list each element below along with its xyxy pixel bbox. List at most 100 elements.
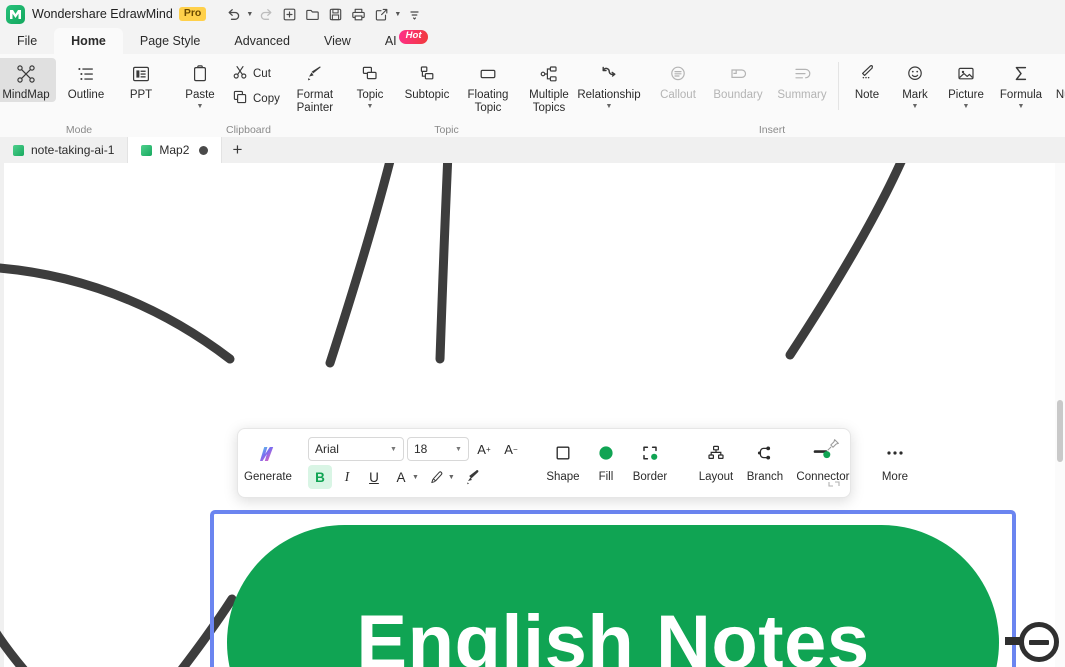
- more-icon: [884, 443, 906, 468]
- new-document-tab-button[interactable]: +: [222, 137, 252, 163]
- chevron-down-icon: ▼: [390, 445, 397, 453]
- ribbon-group-topic-label: Topic: [434, 124, 459, 136]
- new-icon[interactable]: [278, 3, 300, 25]
- ribbon-group-topic: Topic ▼ Subtopic Floating Topic Multiple…: [339, 54, 569, 137]
- font-color-icon: A: [396, 469, 406, 485]
- undo-dropdown-chevron-icon[interactable]: ▼: [245, 3, 254, 25]
- decrease-font-size-button[interactable]: A −: [499, 438, 523, 460]
- ribbon-group-mode-label: Mode: [65, 124, 93, 136]
- tab-file[interactable]: File: [0, 28, 54, 54]
- bold-button[interactable]: B: [307, 465, 332, 489]
- ppt-icon: [131, 62, 151, 86]
- layout-button[interactable]: Layout: [692, 443, 740, 483]
- outline-icon: [76, 62, 96, 86]
- doc-tab-label: Map2: [159, 143, 190, 157]
- font-row: Arial ▼ 18 ▼ A + A −: [307, 437, 523, 461]
- cut-icon: [232, 64, 248, 83]
- shape-icon: [553, 443, 573, 468]
- ribbon-group-insert-label: Insert: [758, 124, 786, 136]
- mindmap-canvas[interactable]: English Notes Generate Arial ▼ 18 ▼ A + …: [0, 163, 1065, 667]
- print-icon[interactable]: [347, 3, 369, 25]
- doc-tab-map2[interactable]: Map2: [128, 137, 223, 163]
- topic-dropdown-chevron-icon[interactable]: ▼: [367, 103, 374, 110]
- relationship-label: Relationship: [577, 89, 641, 101]
- summary-label: Summary: [777, 89, 827, 101]
- callout-label: Callout: [660, 89, 696, 101]
- note-button[interactable]: Note: [843, 58, 891, 102]
- redo-icon[interactable]: [255, 3, 277, 25]
- shape-button[interactable]: Shape: [539, 443, 587, 483]
- increase-font-size-label: A: [477, 441, 486, 457]
- formula-icon: [1011, 62, 1031, 86]
- connector-button[interactable]: Connector: [790, 443, 856, 483]
- formula-button[interactable]: Formula ▼: [993, 58, 1049, 110]
- callout-button[interactable]: Callout: [650, 58, 706, 102]
- save-icon[interactable]: [324, 3, 346, 25]
- mark-dropdown-chevron-icon[interactable]: ▼: [912, 103, 919, 110]
- paste-button[interactable]: Paste ▼: [174, 58, 226, 110]
- font-family-select[interactable]: Arial ▼: [307, 437, 404, 461]
- export-icon[interactable]: [370, 3, 392, 25]
- doc-tab-note-taking-ai-1[interactable]: note-taking-ai-1: [0, 137, 129, 163]
- relationship-icon: [599, 62, 619, 86]
- more-button[interactable]: More: [873, 443, 917, 483]
- topic-button[interactable]: Topic ▼: [345, 58, 395, 110]
- tab-advanced[interactable]: Advanced: [217, 28, 307, 54]
- collapse-expand-button[interactable]: [1019, 622, 1059, 662]
- highlight-button[interactable]: ▼: [425, 465, 458, 489]
- underline-button[interactable]: U: [362, 465, 386, 489]
- tab-ai[interactable]: AI Hot: [368, 28, 437, 54]
- font-size-select[interactable]: 18 ▼: [406, 437, 469, 461]
- summary-button[interactable]: Summary: [770, 58, 834, 102]
- numbering-button[interactable]: 123 Numbering ▼: [1049, 58, 1065, 110]
- formula-dropdown-chevron-icon[interactable]: ▼: [1018, 103, 1025, 110]
- pin-toolbar-icon[interactable]: [826, 438, 840, 452]
- layout-label: Layout: [698, 471, 734, 483]
- picture-label: Picture: [948, 89, 984, 101]
- boundary-button[interactable]: Boundary: [706, 58, 770, 102]
- tab-page-style[interactable]: Page Style: [123, 28, 217, 54]
- mark-button[interactable]: Mark ▼: [891, 58, 939, 110]
- ribbon-tab-bar: File Home Page Style Advanced View AI Hot: [0, 28, 1065, 54]
- unsaved-indicator-icon[interactable]: [199, 145, 209, 155]
- outline-button[interactable]: Outline: [58, 58, 114, 102]
- subtopic-label: Subtopic: [404, 89, 450, 101]
- edrawmind-window: Wondershare EdrawMind Pro ▼ ▼ File Home …: [0, 0, 1065, 667]
- customize-toolbar-icon[interactable]: [403, 3, 425, 25]
- resize-handle-icon[interactable]: [828, 477, 840, 489]
- mindmap-button[interactable]: MindMap: [0, 58, 56, 102]
- font-color-button[interactable]: A ▼: [389, 465, 422, 489]
- decrease-font-size-label: A: [504, 441, 513, 457]
- paste-dropdown-chevron-icon[interactable]: ▼: [197, 103, 204, 110]
- central-topic[interactable]: English Notes: [227, 525, 999, 667]
- picture-dropdown-chevron-icon[interactable]: ▼: [963, 103, 970, 110]
- picture-button[interactable]: Picture ▼: [939, 58, 993, 110]
- relationship-dropdown-chevron-icon[interactable]: ▼: [606, 103, 613, 110]
- export-dropdown-chevron-icon[interactable]: ▼: [393, 3, 402, 25]
- tab-home[interactable]: Home: [54, 28, 123, 54]
- cut-button[interactable]: Cut: [226, 61, 286, 86]
- note-icon: [857, 62, 877, 86]
- boundary-icon: [728, 62, 748, 86]
- tab-view[interactable]: View: [307, 28, 368, 54]
- branch-button[interactable]: Branch: [740, 443, 790, 483]
- open-icon[interactable]: [301, 3, 323, 25]
- floating-topic-button[interactable]: Floating Topic: [459, 58, 517, 114]
- canvas-vertical-scrollbar-thumb[interactable]: [1057, 400, 1063, 462]
- fill-button[interactable]: Fill: [587, 443, 625, 483]
- hot-badge: Hot: [398, 29, 429, 44]
- border-button[interactable]: Border: [625, 443, 675, 483]
- undo-icon[interactable]: [222, 3, 244, 25]
- paste-icon: [190, 62, 210, 86]
- ribbon-group-mode: MindMap Outline PPT Mode: [0, 54, 158, 137]
- format-painter-button[interactable]: Format Painter: [286, 58, 344, 114]
- subtopic-button[interactable]: Subtopic: [397, 58, 457, 102]
- clear-formatting-button[interactable]: [461, 465, 485, 489]
- ppt-button[interactable]: PPT: [116, 58, 166, 102]
- ai-generate-button[interactable]: Generate: [244, 429, 292, 497]
- plus-icon: +: [485, 444, 491, 454]
- relationship-button[interactable]: Relationship ▼: [568, 58, 650, 110]
- italic-button[interactable]: I: [335, 465, 359, 489]
- copy-button[interactable]: Copy: [226, 86, 286, 111]
- increase-font-size-button[interactable]: A +: [472, 438, 496, 460]
